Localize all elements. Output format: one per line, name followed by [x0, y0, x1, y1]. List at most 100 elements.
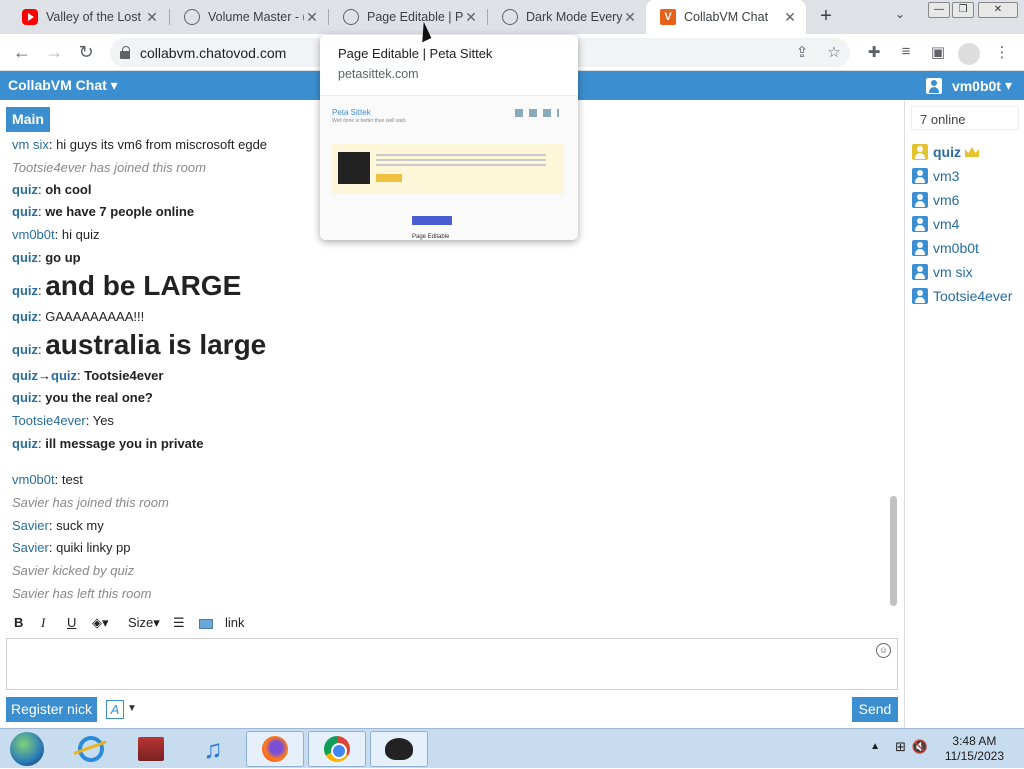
- message-nick[interactable]: Savier: [12, 540, 49, 555]
- profile-avatar[interactable]: [958, 43, 980, 65]
- close-icon[interactable]: ✕: [463, 9, 479, 26]
- message-text: you the real one?: [45, 390, 153, 405]
- smiley-icon[interactable]: ☺: [876, 643, 891, 658]
- message-nick[interactable]: Savier: [12, 518, 49, 533]
- forward-icon[interactable]: →: [42, 40, 66, 64]
- chat-message: vm0b0t: hi quiz: [12, 227, 100, 242]
- italic-button[interactable]: I: [41, 615, 45, 631]
- browser-tab-strip: Valley of the Lost ✕ Volume Master - ( ✕…: [0, 0, 1024, 34]
- tab-search-chevron-icon[interactable]: ⌄: [895, 7, 905, 21]
- taskbar-internet-explorer[interactable]: [62, 731, 120, 767]
- taskbar-media-center[interactable]: [122, 731, 180, 767]
- start-button[interactable]: [6, 729, 48, 769]
- volume-muted-icon[interactable]: 🔇: [912, 739, 928, 755]
- preview-nav-active: [412, 216, 452, 225]
- taskbar-firefox[interactable]: [246, 731, 304, 767]
- user-item-vm-six[interactable]: vm six: [912, 262, 973, 282]
- chat-message: Tootsie4ever: Yes: [12, 413, 114, 428]
- close-icon[interactable]: ✕: [622, 9, 638, 26]
- chat-scrollbar[interactable]: [889, 134, 899, 608]
- tray-expand-icon[interactable]: ▲: [870, 741, 880, 752]
- send-button[interactable]: Send: [852, 697, 898, 722]
- new-tab-button[interactable]: +: [814, 5, 838, 29]
- taskbar-app[interactable]: [370, 731, 428, 767]
- tab-collabvm-chat[interactable]: V CollabVM Chat ✕: [646, 0, 806, 34]
- close-icon[interactable]: ✕: [144, 9, 160, 26]
- user-list-panel: 7 online quiz vm3 vm6 vm4 vm0b0t vm six …: [904, 101, 1024, 728]
- message-nick[interactable]: vm six: [12, 137, 49, 152]
- close-icon[interactable]: ✕: [304, 9, 320, 26]
- window-close-button[interactable]: ✕: [978, 2, 1018, 18]
- register-nick-button[interactable]: Register nick: [6, 697, 97, 722]
- user-name: vm4: [933, 216, 960, 232]
- user-item-vm4[interactable]: vm4: [912, 214, 959, 234]
- tab-title: Volume Master - (: [208, 10, 304, 24]
- back-icon[interactable]: ←: [10, 40, 34, 64]
- message-nick[interactable]: quiz: [12, 436, 38, 451]
- text-color-icon[interactable]: ◈▾: [92, 615, 109, 631]
- message-nick[interactable]: quiz: [12, 250, 38, 265]
- user-item-quiz[interactable]: quiz: [912, 142, 979, 162]
- minimize-button[interactable]: —: [928, 2, 950, 18]
- close-icon[interactable]: ✕: [782, 9, 798, 26]
- preview-text-lines: [376, 154, 546, 168]
- font-style-button[interactable]: A: [106, 700, 124, 719]
- message-nick[interactable]: quiz: [12, 390, 38, 405]
- browser-menu-icon[interactable]: ⋮: [992, 43, 1012, 63]
- message-nick[interactable]: Tootsie4ever: [12, 413, 86, 428]
- message-nick[interactable]: quiz: [12, 182, 38, 197]
- user-icon: [925, 77, 942, 94]
- tab-page-editable[interactable]: Page Editable | Pe ✕: [329, 0, 487, 34]
- music-note-icon: ♫: [203, 734, 223, 764]
- user-item-vm6[interactable]: vm6: [912, 190, 959, 210]
- reload-icon[interactable]: ↻: [74, 40, 98, 64]
- lock-icon[interactable]: [120, 45, 130, 59]
- user-item-vm3[interactable]: vm3: [912, 166, 959, 186]
- message-nick[interactable]: quiz: [12, 368, 38, 383]
- clock[interactable]: 3:48 AM 11/15/2023: [945, 734, 1004, 764]
- share-icon[interactable]: ⇪: [792, 43, 812, 63]
- message-nick[interactable]: quiz: [12, 283, 38, 298]
- image-icon[interactable]: [199, 619, 213, 629]
- room-tab-main[interactable]: Main: [6, 107, 50, 132]
- network-icon[interactable]: ⊞: [895, 739, 906, 755]
- crown-icon: [965, 147, 979, 157]
- side-panel-icon[interactable]: ▣: [928, 43, 948, 63]
- app-title-menu[interactable]: CollabVM Chat ▾: [8, 77, 118, 94]
- maximize-button[interactable]: ❐: [952, 2, 974, 18]
- chat-message: quiz: australia is large: [12, 329, 267, 360]
- message-nick[interactable]: quiz: [12, 342, 38, 357]
- user-item-vm0b0t[interactable]: vm0b0t: [912, 238, 979, 258]
- chevron-down-icon[interactable]: ▼: [127, 703, 137, 714]
- extensions-puzzle-icon[interactable]: ✚: [864, 43, 884, 63]
- message-recipient[interactable]: quiz: [51, 368, 77, 383]
- arrow-right-icon: →: [38, 368, 51, 383]
- user-icon: [912, 216, 928, 232]
- user-item-tootsie4ever[interactable]: Tootsie4ever: [912, 286, 1012, 306]
- media-controls-icon[interactable]: ≡: [896, 43, 916, 63]
- tab-dark-mode-everywhere[interactable]: Dark Mode Everyw ✕: [488, 0, 646, 34]
- message-text: quiki linky pp: [56, 540, 131, 555]
- taskbar-music-player[interactable]: ♫: [184, 731, 242, 767]
- user-icon: [912, 264, 928, 280]
- scrollbar-thumb[interactable]: [890, 496, 897, 606]
- message-nick[interactable]: vm0b0t: [12, 472, 55, 487]
- bold-button[interactable]: B: [14, 615, 23, 630]
- bookmark-star-icon[interactable]: ☆: [824, 43, 844, 63]
- message-text: suck my: [56, 518, 104, 533]
- list-icon[interactable]: ☰: [173, 615, 185, 631]
- preview-tagline: Well done is better than well said.: [332, 118, 407, 124]
- taskbar-chrome[interactable]: [308, 731, 366, 767]
- underline-button[interactable]: U: [67, 615, 76, 630]
- message-nick[interactable]: quiz: [12, 309, 38, 324]
- size-dropdown[interactable]: Size▾: [128, 615, 160, 631]
- message-text: Yes: [92, 413, 114, 428]
- message-nick[interactable]: vm0b0t: [12, 227, 55, 242]
- message-nick[interactable]: quiz: [12, 204, 38, 219]
- message-input[interactable]: ☺: [6, 638, 898, 690]
- current-user-menu[interactable]: vm0b0t ▾: [925, 77, 1012, 94]
- link-button[interactable]: link: [225, 615, 245, 630]
- tab-valley-of-the-lost[interactable]: Valley of the Lost ✕: [8, 0, 168, 34]
- preview-banner: [332, 144, 564, 194]
- tab-volume-master[interactable]: Volume Master - ( ✕: [170, 0, 328, 34]
